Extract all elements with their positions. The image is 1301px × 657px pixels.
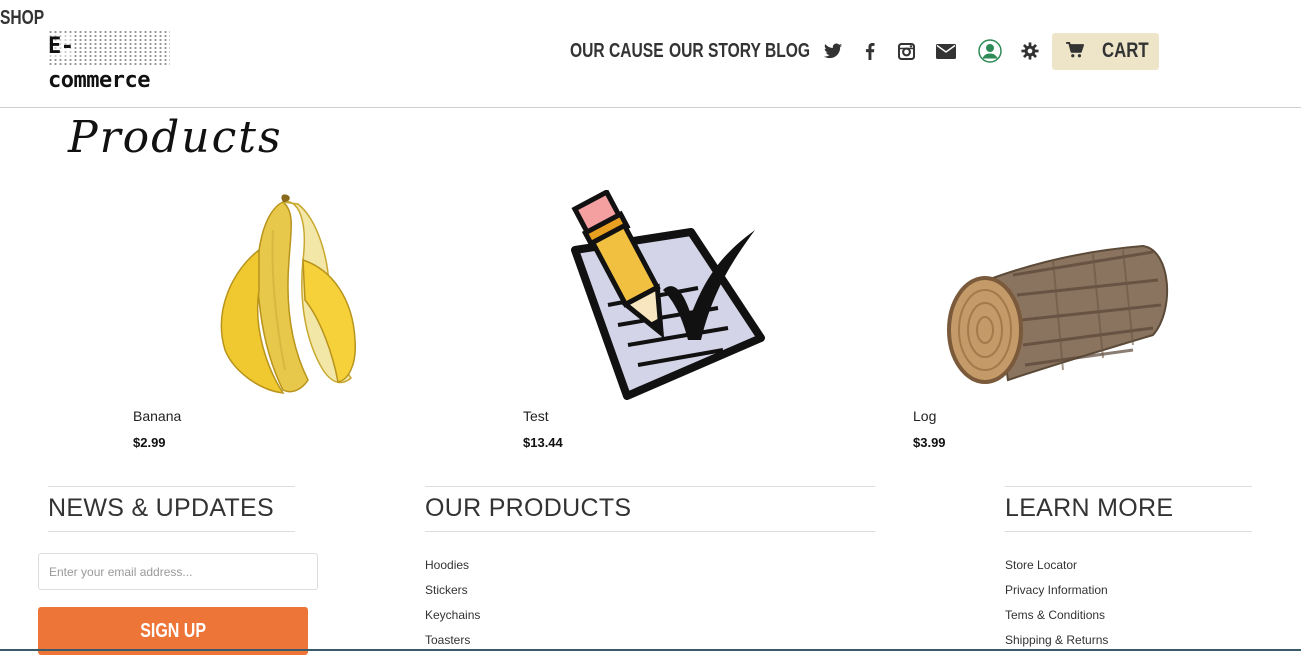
footer-link-privacy[interactable]: Privacy Information <box>1005 582 1252 607</box>
footer-products-section: OUR PRODUCTS Hoodies Stickers Keychains … <box>425 486 875 657</box>
nav-our-cause-label: OUR CAUSE <box>570 40 664 62</box>
footer-link-keychains[interactable]: Keychains <box>425 607 875 632</box>
product-name[interactable]: Test <box>523 408 549 424</box>
page-title: Products <box>68 112 283 163</box>
banana-image[interactable] <box>133 190 433 400</box>
our-products-heading: OUR PRODUCTS <box>425 486 875 532</box>
nav-shop-label: SHOP <box>0 7 45 29</box>
site-header: E-commerce SHOP OUR CAUSE OUR STORY BLOG… <box>0 0 1301 108</box>
product-price: $3.99 <box>913 435 946 450</box>
product-price: $2.99 <box>133 435 166 450</box>
our-products-list: Hoodies Stickers Keychains Toasters <box>425 557 875 657</box>
product-price: $13.44 <box>523 435 563 450</box>
checklist-pencil-image[interactable] <box>523 188 823 400</box>
gear-icon[interactable] <box>1019 40 1041 62</box>
logo-text: E-commerce <box>48 34 150 93</box>
cart-button[interactable]: CART <box>1052 33 1159 70</box>
footer-link-stickers[interactable]: Stickers <box>425 582 875 607</box>
wood-log-image[interactable] <box>913 190 1213 400</box>
site-logo[interactable]: E-commerce <box>48 30 170 93</box>
footer-link-store-locator[interactable]: Store Locator <box>1005 557 1252 582</box>
cart-label: CART <box>1102 39 1149 62</box>
nav-our-story-label: OUR STORY <box>669 40 761 62</box>
product-name[interactable]: Log <box>913 408 936 424</box>
signup-button[interactable]: SIGN UP <box>38 607 308 655</box>
footer-link-shipping[interactable]: Shipping & Returns <box>1005 632 1252 657</box>
product-name[interactable]: Banana <box>133 408 181 424</box>
footer-news-section: NEWS & UPDATES <box>48 486 295 532</box>
learn-more-heading: LEARN MORE <box>1005 486 1252 532</box>
nav-blog-label: BLOG <box>765 40 811 62</box>
news-heading: NEWS & UPDATES <box>48 486 295 532</box>
envelope-icon[interactable] <box>935 40 957 62</box>
shopping-cart-icon <box>1066 41 1084 63</box>
footer-link-toasters[interactable]: Toasters <box>425 632 875 657</box>
footer-link-hoodies[interactable]: Hoodies <box>425 557 875 582</box>
footer-link-terms[interactable]: Tems & Conditions <box>1005 607 1252 632</box>
learn-more-list: Store Locator Privacy Information Tems &… <box>1005 557 1252 657</box>
email-input[interactable] <box>38 553 318 590</box>
facebook-icon[interactable] <box>859 40 881 62</box>
instagram-icon[interactable] <box>895 40 917 62</box>
signup-label: SIGN UP <box>140 619 206 642</box>
user-icon[interactable] <box>978 39 1002 63</box>
twitter-icon[interactable] <box>822 40 844 62</box>
footer-learn-section: LEARN MORE Store Locator Privacy Informa… <box>1005 486 1252 657</box>
